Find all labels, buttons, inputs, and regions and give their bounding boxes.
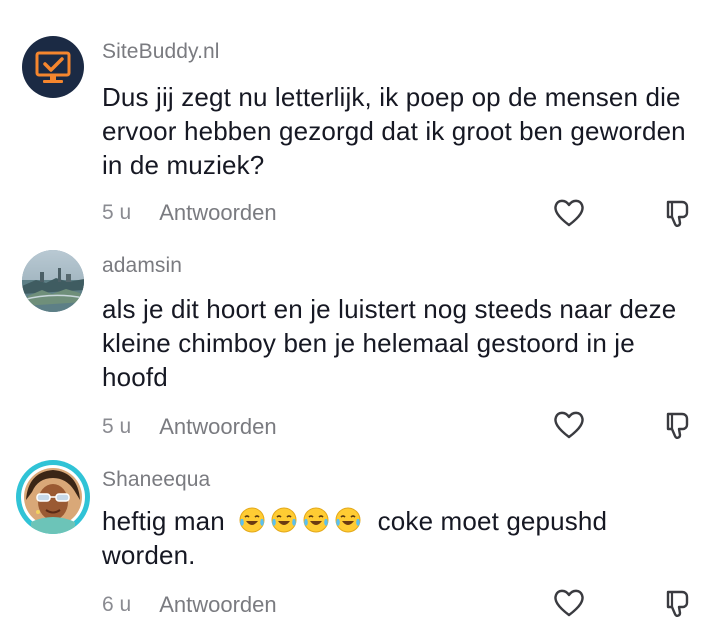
illustrated-portrait-avatar (17, 461, 89, 534)
comment-text: heftig man coke moet gepushd worden. (102, 504, 702, 572)
heart-outline-icon[interactable] (552, 586, 586, 620)
heart-outline-icon[interactable] (552, 196, 586, 230)
avatar[interactable] (16, 460, 90, 534)
city-photo-avatar (22, 250, 84, 312)
comment-text: Dus jij zegt nu letterlijk, ik poep op d… (102, 82, 686, 180)
comment-timestamp: 5 u (102, 201, 132, 224)
comment-timestamp: 6 u (102, 593, 132, 616)
monitor-checkmark-icon (35, 51, 71, 83)
comment-username[interactable]: Shaneequa (102, 468, 210, 492)
reply-button[interactable]: Antwoorden (159, 592, 276, 618)
heart-outline-icon[interactable] (552, 408, 586, 442)
comment-meta: 5 u Antwoorden (102, 200, 277, 226)
comment-text: als je dit hoort en je luistert nog stee… (102, 294, 677, 392)
comment-timestamp: 5 u (102, 415, 132, 438)
avatar[interactable] (22, 250, 84, 312)
tears-of-joy-emoji (303, 507, 329, 533)
tears-of-joy-emoji (239, 507, 265, 533)
avatar[interactable] (22, 36, 84, 98)
tears-of-joy-emoji (335, 507, 361, 533)
comment-text-part: heftig man (102, 506, 225, 536)
reply-button[interactable]: Antwoorden (159, 414, 276, 440)
thumbs-down-outline-icon[interactable] (660, 408, 694, 442)
comment-username[interactable]: adamsin (102, 254, 182, 278)
emoji-group (238, 506, 373, 536)
comment-meta: 5 u Antwoorden (102, 414, 277, 440)
tears-of-joy-emoji (271, 507, 297, 533)
comment-username[interactable]: SiteBuddy.nl (102, 40, 220, 64)
comment-meta: 6 u Antwoorden (102, 592, 277, 618)
thumbs-down-outline-icon[interactable] (660, 586, 694, 620)
reply-button[interactable]: Antwoorden (159, 200, 276, 226)
thumbs-down-outline-icon[interactable] (660, 196, 694, 230)
